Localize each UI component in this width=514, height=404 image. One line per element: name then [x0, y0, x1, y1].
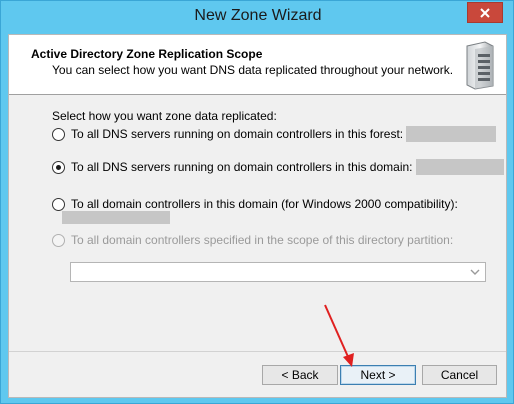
directory-partition-radio — [52, 233, 65, 247]
option-windows2000[interactable]: To all domain controllers in this domain… — [52, 197, 458, 211]
window-title: New Zone Wizard — [194, 7, 322, 24]
replication-prompt: Select how you want zone data replicated… — [52, 109, 277, 123]
directory-partition-option-label: To all domain controllers specified in t… — [71, 233, 454, 247]
button-separator — [9, 351, 506, 352]
option-forest[interactable]: To all DNS servers running on domain con… — [52, 126, 497, 142]
wizard-client-area: Active Directory Zone Replication Scope … — [8, 34, 507, 398]
redacted-windows2000-domain — [62, 211, 170, 224]
domain-option-label: To all DNS servers running on domain con… — [71, 160, 413, 174]
forest-option-label: To all DNS servers running on domain con… — [71, 127, 404, 141]
windows2000-option-label: To all domain controllers in this domain… — [71, 197, 458, 211]
server-icon — [466, 41, 494, 90]
page-subtitle: You can select how you want DNS data rep… — [52, 63, 454, 77]
windows2000-radio[interactable] — [52, 197, 65, 211]
option-directory-partition: To all domain controllers specified in t… — [52, 233, 453, 247]
wizard-window: New Zone Wizard Active Directory Zone Re… — [0, 0, 514, 404]
wizard-header: Active Directory Zone Replication Scope … — [9, 35, 506, 95]
domain-radio[interactable] — [52, 160, 65, 174]
close-icon — [480, 7, 490, 18]
option-domain[interactable]: To all DNS servers running on domain con… — [52, 159, 504, 175]
close-button[interactable] — [467, 2, 503, 23]
forest-radio[interactable] — [52, 127, 65, 141]
directory-partition-select — [70, 262, 486, 282]
annotation-arrow — [324, 304, 354, 367]
redacted-forest-name — [406, 126, 497, 142]
chevron-down-icon — [470, 269, 480, 275]
page-title: Active Directory Zone Replication Scope — [31, 47, 263, 61]
redacted-domain-name — [415, 159, 504, 175]
cancel-button[interactable]: Cancel — [422, 365, 497, 385]
